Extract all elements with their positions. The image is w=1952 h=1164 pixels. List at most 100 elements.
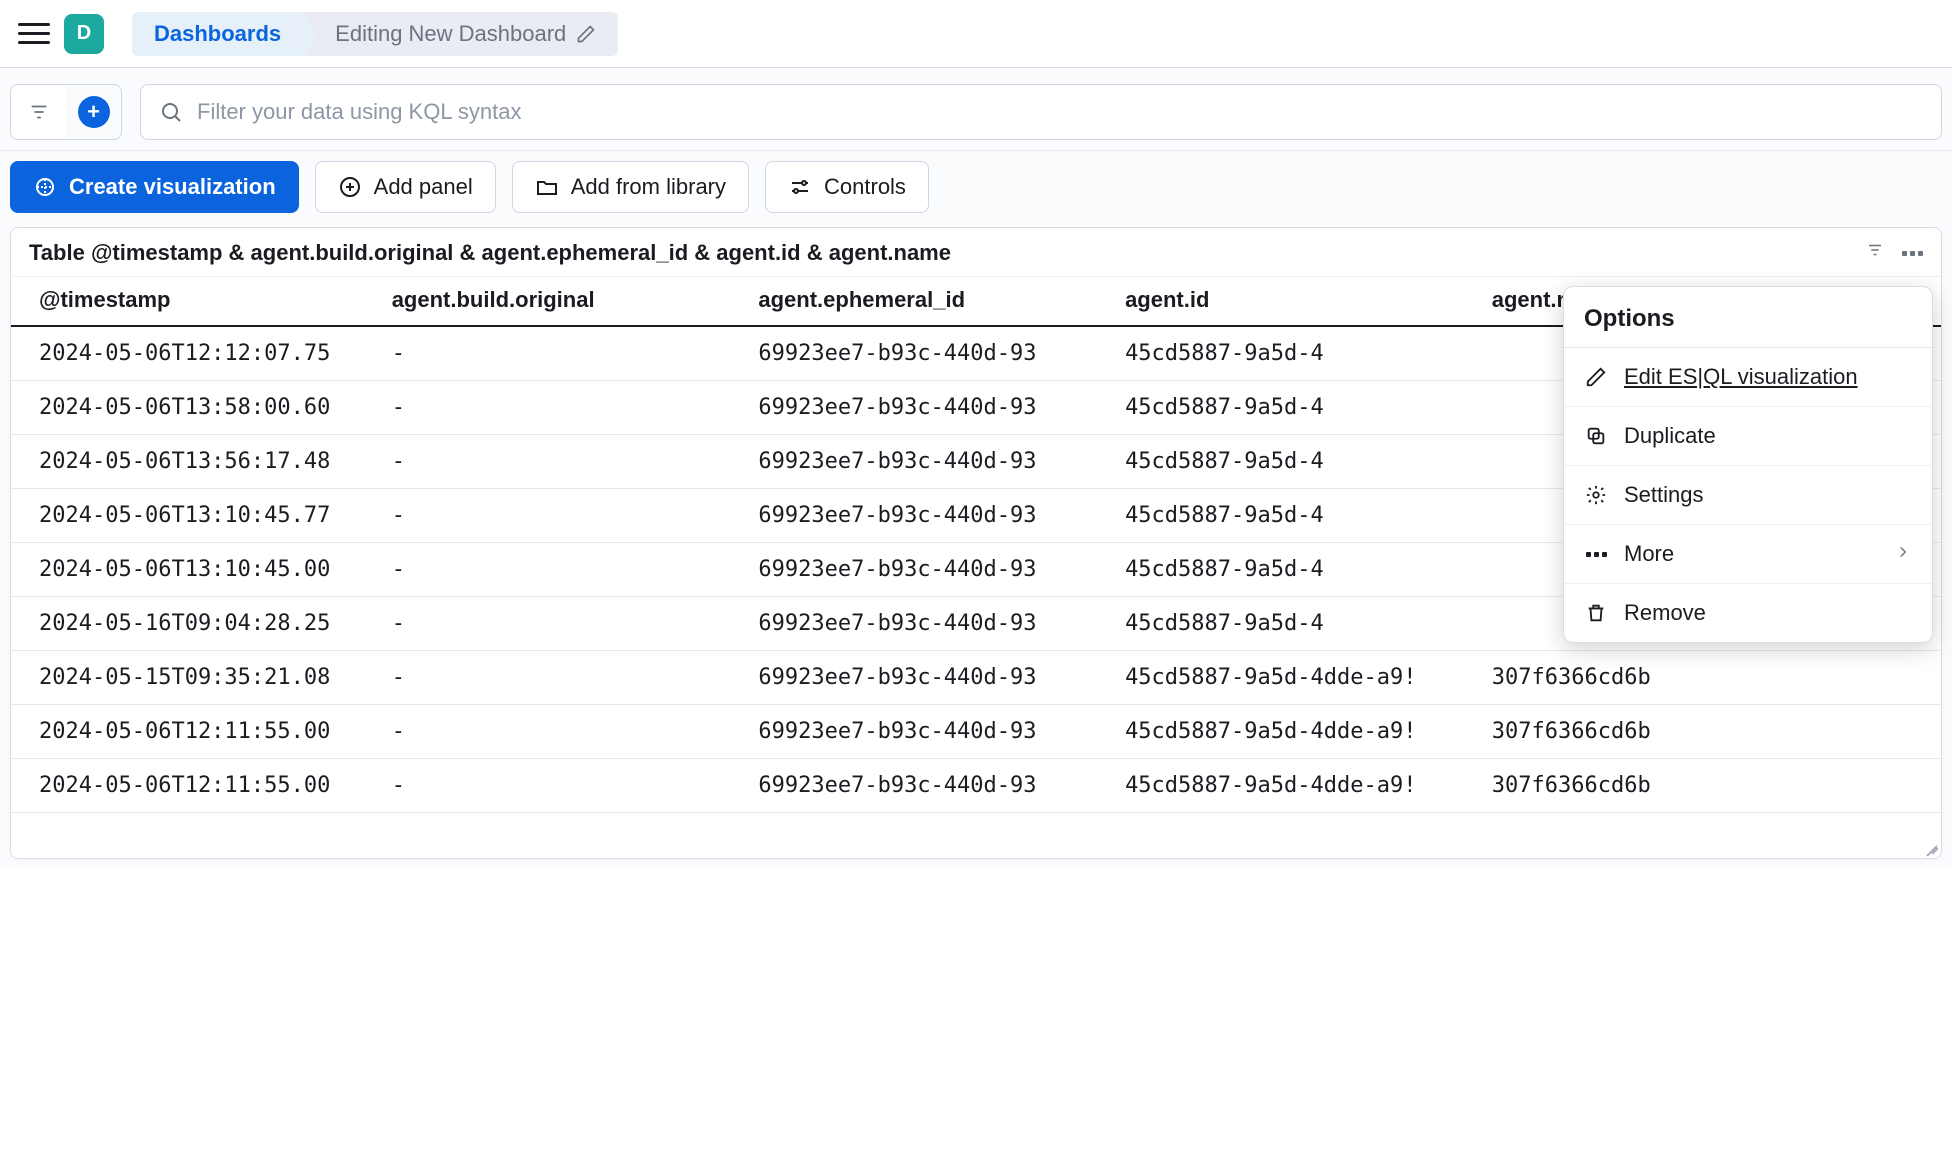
table-cell: 45cd5887-9a5d-4 xyxy=(1111,543,1478,597)
table-cell: 45cd5887-9a5d-4 xyxy=(1111,489,1478,543)
col-header-agentid[interactable]: agent.id xyxy=(1111,277,1478,327)
popover-settings-label: Settings xyxy=(1624,482,1912,508)
table-cell: - xyxy=(378,651,745,705)
table-cell: 45cd5887-9a5d-4 xyxy=(1111,597,1478,651)
table-cell: 307f6366cd6b xyxy=(1478,651,1941,705)
popover-edit-label: Edit ES|QL visualization xyxy=(1624,364,1912,390)
pencil-icon[interactable] xyxy=(576,24,596,44)
chevron-right-icon xyxy=(1894,541,1912,567)
table-cell: 45cd5887-9a5d-4dde-a9! xyxy=(1111,759,1478,813)
breadcrumb-current-label: Editing New Dashboard xyxy=(335,21,566,47)
table-cell: 69923ee7-b93c-440d-93 xyxy=(744,489,1111,543)
popover-item-edit-esql[interactable]: Edit ES|QL visualization xyxy=(1564,348,1932,407)
table-cell: 2024-05-06T13:10:45.00 xyxy=(11,543,378,597)
breadcrumb: Dashboards Editing New Dashboard xyxy=(132,12,618,56)
create-visualization-button[interactable]: Create visualization xyxy=(10,161,299,213)
popover-title: Options xyxy=(1564,287,1932,348)
table-cell: 2024-05-06T12:11:55.00 xyxy=(11,759,378,813)
panel-area: Table @timestamp & agent.build.original … xyxy=(0,227,1952,869)
popover-duplicate-label: Duplicate xyxy=(1624,423,1912,449)
add-panel-button[interactable]: Add panel xyxy=(315,161,496,213)
table-row[interactable]: 2024-05-06T12:11:55.00-69923ee7-b93c-440… xyxy=(11,705,1941,759)
popover-more-label: More xyxy=(1624,541,1878,567)
table-cell: 45cd5887-9a5d-4 xyxy=(1111,326,1478,381)
table-cell: 69923ee7-b93c-440d-93 xyxy=(744,759,1111,813)
controls-button[interactable]: Controls xyxy=(765,161,929,213)
col-header-ephemeral[interactable]: agent.ephemeral_id xyxy=(744,277,1111,327)
app-header: D Dashboards Editing New Dashboard xyxy=(0,0,1952,68)
table-cell: 45cd5887-9a5d-4dde-a9! xyxy=(1111,705,1478,759)
copy-icon xyxy=(1584,425,1608,447)
toolbar: Create visualization Add panel Add from … xyxy=(0,151,1952,227)
table-cell: 2024-05-06T13:58:00.60 xyxy=(11,381,378,435)
add-from-library-button[interactable]: Add from library xyxy=(512,161,749,213)
breadcrumb-dashboards[interactable]: Dashboards xyxy=(132,12,303,56)
more-icon xyxy=(1584,552,1608,557)
popover-item-settings[interactable]: Settings xyxy=(1564,466,1932,525)
hamburger-menu-icon[interactable] xyxy=(18,18,50,50)
popover-item-duplicate[interactable]: Duplicate xyxy=(1564,407,1932,466)
table-cell: 69923ee7-b93c-440d-93 xyxy=(744,381,1111,435)
table-cell: - xyxy=(378,489,745,543)
table-cell: - xyxy=(378,435,745,489)
table-cell: - xyxy=(378,759,745,813)
table-cell: 2024-05-06T12:11:55.00 xyxy=(11,705,378,759)
kql-search-input[interactable] xyxy=(197,99,1923,125)
create-visualization-label: Create visualization xyxy=(69,174,276,200)
table-row[interactable]: 2024-05-15T09:35:21.08-69923ee7-b93c-440… xyxy=(11,651,1941,705)
lens-icon xyxy=(33,175,57,199)
panel-options-icon[interactable] xyxy=(1902,251,1923,256)
table-cell: 69923ee7-b93c-440d-93 xyxy=(744,435,1111,489)
pencil-icon xyxy=(1584,366,1608,388)
table-cell: 2024-05-06T13:10:45.77 xyxy=(11,489,378,543)
table-cell: 45cd5887-9a5d-4dde-a9! xyxy=(1111,651,1478,705)
table-cell: - xyxy=(378,597,745,651)
add-filter-button[interactable]: + xyxy=(66,84,122,140)
popover-remove-label: Remove xyxy=(1624,600,1912,626)
add-from-library-label: Add from library xyxy=(571,174,726,200)
table-cell: - xyxy=(378,326,745,381)
gear-icon xyxy=(1584,484,1608,506)
panel-title: Table @timestamp & agent.build.original … xyxy=(29,240,951,266)
panel-filter-icon[interactable] xyxy=(1866,241,1884,265)
table-cell: 307f6366cd6b xyxy=(1478,705,1941,759)
plus-icon: + xyxy=(78,96,110,128)
folder-icon xyxy=(535,175,559,199)
controls-label: Controls xyxy=(824,174,906,200)
table-cell: 2024-05-06T13:56:17.48 xyxy=(11,435,378,489)
trash-icon xyxy=(1584,602,1608,624)
popover-item-remove[interactable]: Remove xyxy=(1564,584,1932,642)
table-cell: - xyxy=(378,381,745,435)
col-header-build[interactable]: agent.build.original xyxy=(378,277,745,327)
table-cell: 69923ee7-b93c-440d-93 xyxy=(744,543,1111,597)
col-header-timestamp[interactable]: @timestamp xyxy=(11,277,378,327)
search-wrapper xyxy=(140,84,1942,140)
table-cell: 2024-05-06T12:12:07.75 xyxy=(11,326,378,381)
table-cell: 69923ee7-b93c-440d-93 xyxy=(744,705,1111,759)
popover-item-more[interactable]: More xyxy=(1564,525,1932,584)
table-cell: 69923ee7-b93c-440d-93 xyxy=(744,651,1111,705)
avatar[interactable]: D xyxy=(64,14,104,54)
visualization-panel: Table @timestamp & agent.build.original … xyxy=(10,227,1942,859)
table-cell: 2024-05-16T09:04:28.25 xyxy=(11,597,378,651)
plus-circle-icon xyxy=(338,175,362,199)
table-cell: 307f6366cd6b xyxy=(1478,759,1941,813)
table-cell: 45cd5887-9a5d-4 xyxy=(1111,381,1478,435)
breadcrumb-current: Editing New Dashboard xyxy=(301,12,618,56)
table-cell: - xyxy=(378,705,745,759)
panel-actions xyxy=(1866,241,1923,265)
table-cell: - xyxy=(378,543,745,597)
table-cell: 2024-05-15T09:35:21.08 xyxy=(11,651,378,705)
filter-button[interactable] xyxy=(10,84,66,140)
table-cell: 69923ee7-b93c-440d-93 xyxy=(744,597,1111,651)
panel-options-popover: Options Edit ES|QL visualization Duplica… xyxy=(1563,286,1933,643)
sliders-icon xyxy=(788,175,812,199)
add-panel-label: Add panel xyxy=(374,174,473,200)
resize-handle-icon[interactable] xyxy=(1923,840,1937,854)
filter-row: + xyxy=(0,68,1952,151)
table-row[interactable]: 2024-05-06T12:11:55.00-69923ee7-b93c-440… xyxy=(11,759,1941,813)
table-cell: 45cd5887-9a5d-4 xyxy=(1111,435,1478,489)
search-icon xyxy=(159,100,183,124)
panel-header: Table @timestamp & agent.build.original … xyxy=(11,228,1941,276)
table-cell: 69923ee7-b93c-440d-93 xyxy=(744,326,1111,381)
